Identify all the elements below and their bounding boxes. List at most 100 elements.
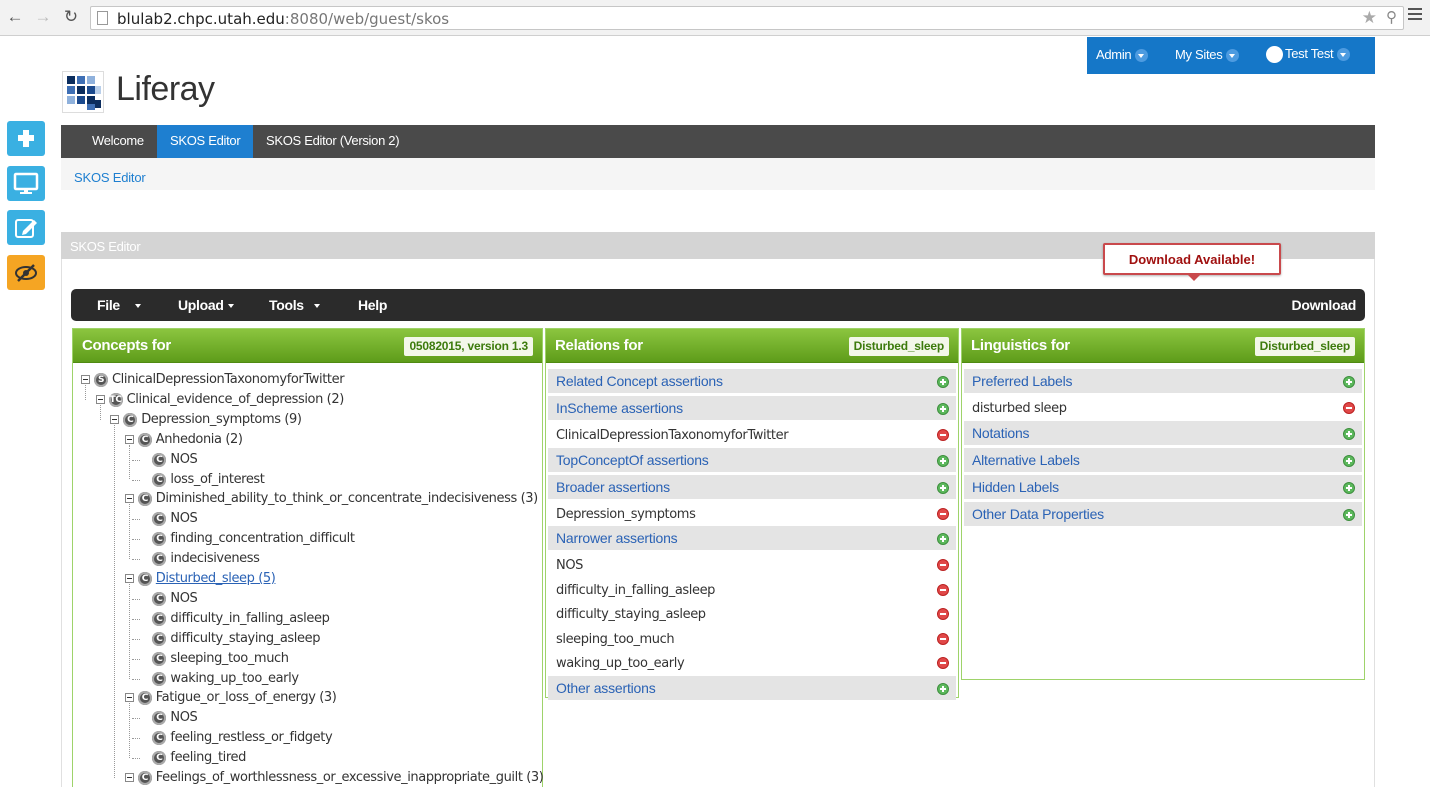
section-title: Alternative Labels	[972, 451, 1080, 468]
nav-skos-editor-v2[interactable]: SKOS Editor (Version 2)	[253, 125, 412, 158]
remove-icon[interactable]	[937, 608, 949, 620]
preview-button[interactable]	[7, 166, 45, 201]
section-title: Preferred Labels	[972, 373, 1073, 389]
collapse-toggle-icon[interactable]	[124, 693, 134, 703]
remove-icon[interactable]	[937, 657, 949, 669]
add-icon[interactable]	[1343, 427, 1355, 440]
assertion-section[interactable]: Related Concept assertions	[548, 369, 956, 394]
remove-icon[interactable]	[937, 583, 949, 596]
assertion-value: NOS	[548, 553, 956, 577]
collapse-toggle-icon[interactable]	[124, 494, 134, 504]
admin-menu[interactable]: Admin	[1096, 47, 1149, 63]
tree-node-label[interactable]: Clinical_evidence_of_depression (2)	[127, 392, 345, 407]
collapse-toggle-icon[interactable]	[124, 574, 134, 583]
add-icon[interactable]	[937, 403, 949, 415]
assertion-value: waking_up_too_early	[548, 651, 956, 675]
help-menu[interactable]: Help	[358, 297, 387, 313]
section-title: InScheme assertions	[556, 400, 683, 416]
assertion-section[interactable]: InScheme assertions	[548, 396, 956, 421]
back-arrow-icon[interactable]: ←	[4, 6, 26, 28]
tree-node-label[interactable]: waking_up_too_early	[170, 671, 299, 686]
add-icon[interactable]	[1343, 508, 1355, 521]
assertion-section[interactable]: Narrower assertions	[548, 526, 956, 551]
bookmark-star-icon[interactable]: ★	[1362, 8, 1377, 28]
tree-node-label[interactable]: loss_of_interest	[170, 472, 265, 487]
file-menu[interactable]: File	[97, 297, 141, 313]
tree-connector	[132, 479, 141, 481]
add-icon[interactable]	[937, 454, 949, 467]
relations-panel: Relations for Disturbed_sleep Related Co…	[545, 328, 959, 701]
tree-node-label[interactable]: NOS	[170, 710, 197, 725]
tree-node-label[interactable]: Depression_symptoms (9)	[141, 412, 302, 427]
tree-node-label[interactable]: NOS	[170, 591, 197, 606]
add-icon[interactable]	[937, 682, 949, 695]
tree-node-label[interactable]: Anhedonia (2)	[156, 432, 243, 447]
tree-node-label[interactable]: NOS	[170, 511, 197, 526]
assertion-section[interactable]: Other assertions	[548, 675, 956, 701]
toggle-controls-button[interactable]	[7, 255, 45, 290]
tree-node-label[interactable]: feeling_restless_or_fidgety	[170, 730, 332, 745]
add-icon[interactable]	[937, 533, 949, 545]
assertion-section[interactable]: Hidden Labels	[964, 474, 1362, 500]
collapse-toggle-icon[interactable]	[124, 773, 134, 782]
reload-icon[interactable]: ↻	[60, 6, 82, 28]
tree-node-label[interactable]: finding_concentration_difficult	[170, 531, 355, 546]
add-icon[interactable]	[1343, 376, 1355, 388]
concept-icon: C	[152, 671, 167, 686]
add-button[interactable]	[7, 121, 45, 156]
caret-down-icon	[227, 304, 234, 309]
assertion-section[interactable]: Other Data Properties	[964, 501, 1362, 527]
tools-menu[interactable]: Tools	[269, 297, 320, 313]
assertion-section[interactable]: Broader assertions	[548, 474, 956, 500]
tree-node-label[interactable]: Feelings_of_worthlessness_or_excessive_i…	[156, 770, 544, 785]
tree-node-label[interactable]: difficulty_staying_asleep	[170, 631, 320, 646]
assertion-section[interactable]: Preferred Labels	[964, 369, 1362, 394]
value-text: ClinicalDepressionTaxonomyforTwitter	[556, 428, 789, 443]
assertion-section[interactable]: Notations	[964, 420, 1362, 446]
site-title[interactable]: Liferay	[116, 70, 215, 109]
remove-icon[interactable]	[937, 559, 949, 571]
tree-node-label[interactable]: feeling_tired	[170, 750, 246, 765]
breadcrumb[interactable]: SKOS Editor	[74, 170, 146, 185]
tree-node-label[interactable]: sleeping_too_much	[170, 651, 289, 666]
remove-icon[interactable]	[937, 429, 949, 441]
add-icon[interactable]	[937, 481, 949, 494]
tree-node-label[interactable]: indecisiveness	[170, 551, 260, 566]
section-title: Hidden Labels	[972, 478, 1059, 495]
tree-node-label[interactable]: ClinicalDepressionTaxonomyforTwitter	[112, 372, 345, 387]
assertion-section[interactable]: TopConceptOf assertions	[548, 447, 956, 473]
nav-welcome[interactable]: Welcome	[79, 125, 157, 158]
remove-icon[interactable]	[937, 507, 949, 520]
collapse-toggle-icon[interactable]	[110, 414, 120, 424]
user-menu[interactable]: Test Test	[1266, 46, 1351, 64]
forward-arrow-icon[interactable]: →	[32, 6, 54, 28]
browser-menu-icon[interactable]	[1408, 8, 1422, 22]
tree-node-label[interactable]: Fatigue_or_loss_of_energy (3)	[156, 690, 337, 705]
nav-skos-editor[interactable]: SKOS Editor	[157, 125, 254, 158]
concept-icon: C	[152, 751, 167, 766]
address-bar[interactable]: blulab2.chpc.utah.edu:8080/web/guest/sko…	[90, 6, 1404, 30]
my-sites-menu[interactable]: My Sites	[1175, 47, 1240, 63]
collapse-toggle-icon[interactable]	[81, 375, 90, 384]
assertion-section[interactable]: Alternative Labels	[964, 447, 1362, 473]
tree-node-label[interactable]: Disturbed_sleep (5)	[156, 571, 276, 586]
collapse-toggle-icon[interactable]	[124, 434, 134, 444]
assertion-value: disturbed sleep	[964, 396, 1362, 420]
edit-controls-button[interactable]	[7, 210, 45, 245]
tree-node-label[interactable]: NOS	[170, 452, 197, 467]
remove-icon[interactable]	[937, 632, 949, 645]
liferay-logo[interactable]	[62, 71, 104, 113]
tree-node-label[interactable]: Diminished_ability_to_think_or_concentra…	[156, 491, 538, 506]
chevron-down-icon	[1135, 49, 1149, 63]
search-icon[interactable]: ⚲	[1386, 8, 1397, 26]
upload-menu[interactable]: Upload	[178, 297, 234, 313]
download-button[interactable]: Download	[1292, 297, 1357, 313]
breadcrumb-bar: SKOS Editor	[61, 158, 1375, 190]
tree-connector	[128, 584, 130, 679]
add-icon[interactable]	[1343, 481, 1355, 494]
add-icon[interactable]	[1343, 454, 1355, 467]
collapse-toggle-icon[interactable]	[95, 394, 105, 404]
add-icon[interactable]	[937, 376, 949, 388]
remove-icon[interactable]	[1343, 402, 1355, 414]
tree-node-label[interactable]: difficulty_in_falling_asleep	[170, 611, 329, 626]
